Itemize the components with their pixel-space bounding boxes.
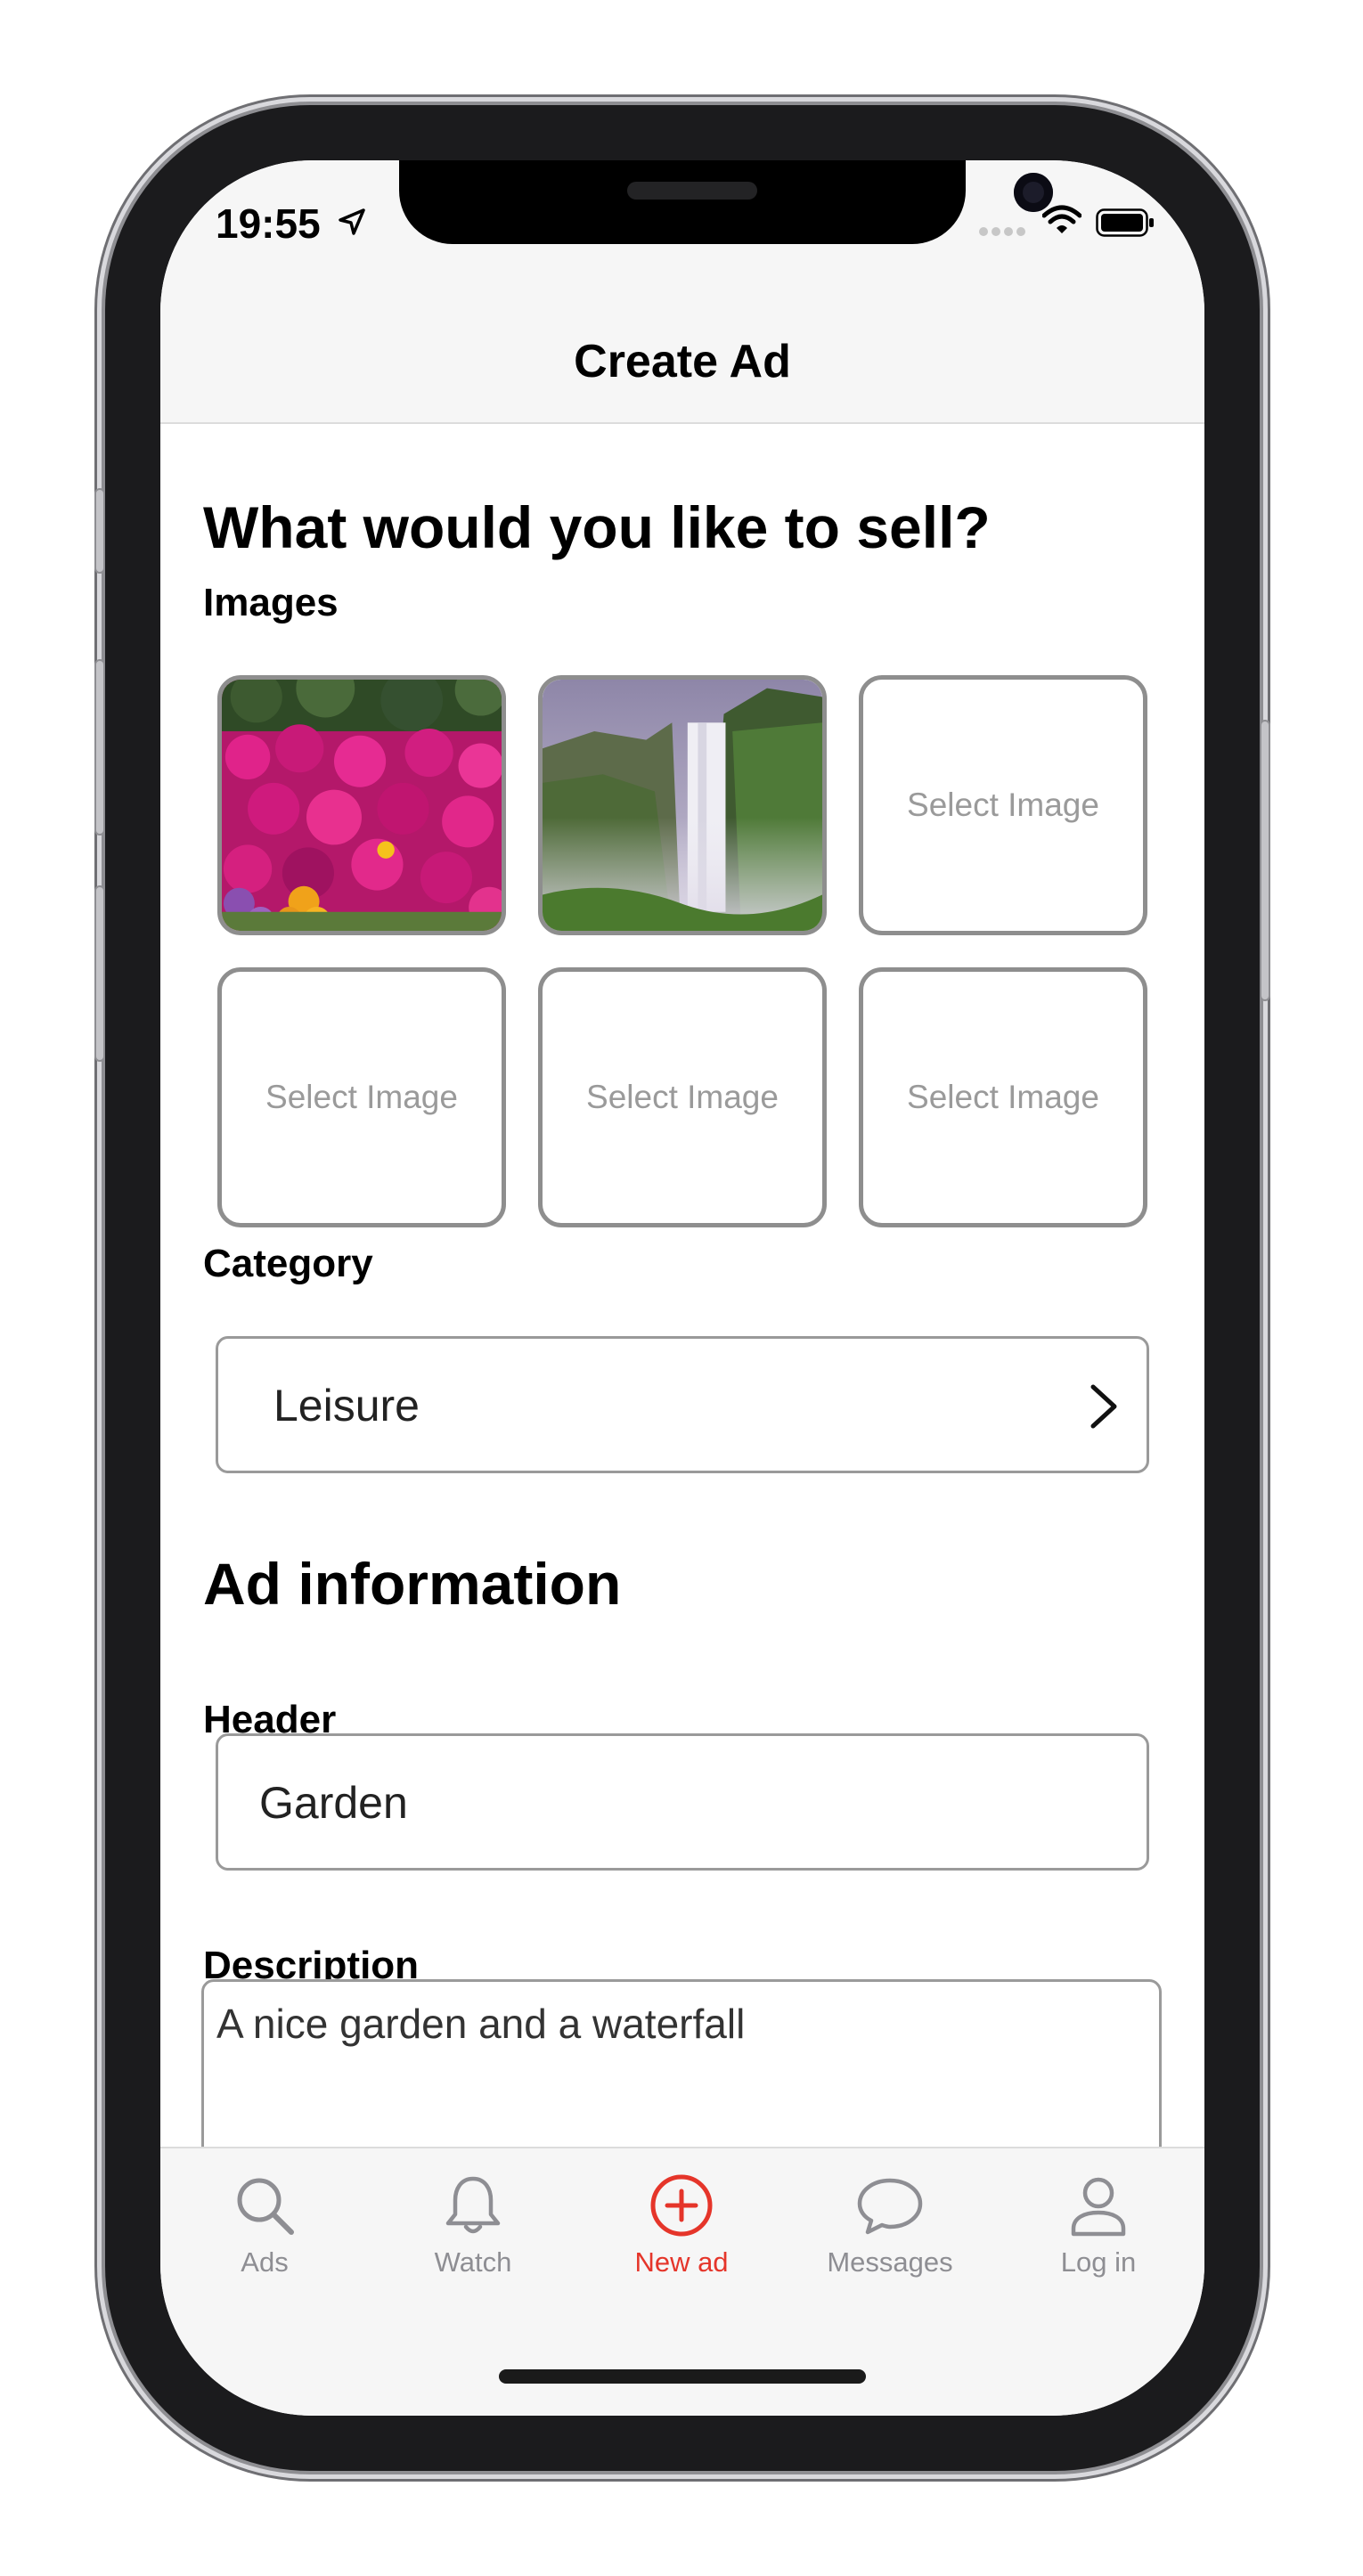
create-ad-form[interactable]: What would you like to sell? Images Sele… xyxy=(160,424,1204,2147)
description-value: A nice garden and a waterfall xyxy=(216,2001,746,2047)
tab-label: Messages xyxy=(827,2246,953,2278)
select-image-label: Select Image xyxy=(907,787,1099,823)
ad-info-heading: Ad information xyxy=(203,1551,622,1617)
notch xyxy=(399,160,1053,244)
status-time: 19:55 xyxy=(216,200,321,247)
location-arrow-icon xyxy=(339,208,365,235)
header-input[interactable]: Garden xyxy=(216,1733,1149,1871)
status-bar: 19:55 xyxy=(160,160,1204,301)
image-slot-5[interactable]: Select Image xyxy=(538,967,827,1227)
mute-switch xyxy=(94,488,105,574)
tab-new-ad[interactable]: New ad xyxy=(577,2172,786,2305)
power-button xyxy=(1260,720,1270,1001)
wifi-icon xyxy=(1042,205,1081,233)
flowers-image xyxy=(222,680,502,931)
person-icon xyxy=(1071,2177,1126,2237)
tab-label: New ad xyxy=(634,2246,729,2278)
bell-icon xyxy=(445,2176,501,2234)
category-value: Leisure xyxy=(273,1381,420,1431)
description-textarea[interactable]: A nice garden and a waterfall xyxy=(201,1979,1162,2147)
volume-down-button xyxy=(94,885,105,1062)
image-slot-2[interactable] xyxy=(538,675,827,935)
category-label: Category xyxy=(203,1242,373,1285)
search-icon xyxy=(237,2178,294,2235)
home-indicator[interactable] xyxy=(499,2369,866,2384)
image-slot-6[interactable]: Select Image xyxy=(859,967,1147,1227)
phone-frame: 19:55 Create Ad What would you like to s… xyxy=(94,105,1270,2471)
page-title: Create Ad xyxy=(574,336,791,387)
chevron-right-icon xyxy=(1090,1384,1117,1429)
tab-messages[interactable]: Messages xyxy=(786,2172,994,2305)
header-value: Garden xyxy=(259,1778,408,1828)
waterfall-image xyxy=(543,680,822,931)
volume-up-button xyxy=(94,659,105,836)
tab-log-in[interactable]: Log in xyxy=(994,2172,1203,2305)
tab-watch[interactable]: Watch xyxy=(369,2172,577,2305)
plus-circle-icon xyxy=(650,2174,713,2237)
chat-bubble-icon xyxy=(857,2178,923,2235)
cellular-signal-icon xyxy=(979,227,1025,236)
select-image-label: Select Image xyxy=(907,1079,1099,1115)
image-slot-3[interactable]: Select Image xyxy=(859,675,1147,935)
form-heading: What would you like to sell? xyxy=(203,494,991,560)
select-image-label: Select Image xyxy=(586,1079,779,1115)
tab-label: Watch xyxy=(434,2246,512,2278)
tab-label: Log in xyxy=(1060,2246,1137,2278)
image-slot-4[interactable]: Select Image xyxy=(217,967,506,1227)
front-camera xyxy=(1014,173,1053,212)
image-slot-1[interactable] xyxy=(217,675,506,935)
tab-label: Ads xyxy=(241,2246,289,2278)
select-image-label: Select Image xyxy=(265,1079,458,1115)
tab-ads[interactable]: Ads xyxy=(160,2172,369,2305)
category-selector[interactable]: Leisure xyxy=(216,1336,1149,1473)
battery-icon xyxy=(1096,208,1154,237)
screen: 19:55 Create Ad What would you like to s… xyxy=(160,160,1204,2416)
navigation-bar: Create Ad xyxy=(160,301,1204,424)
images-label: Images xyxy=(203,581,339,624)
